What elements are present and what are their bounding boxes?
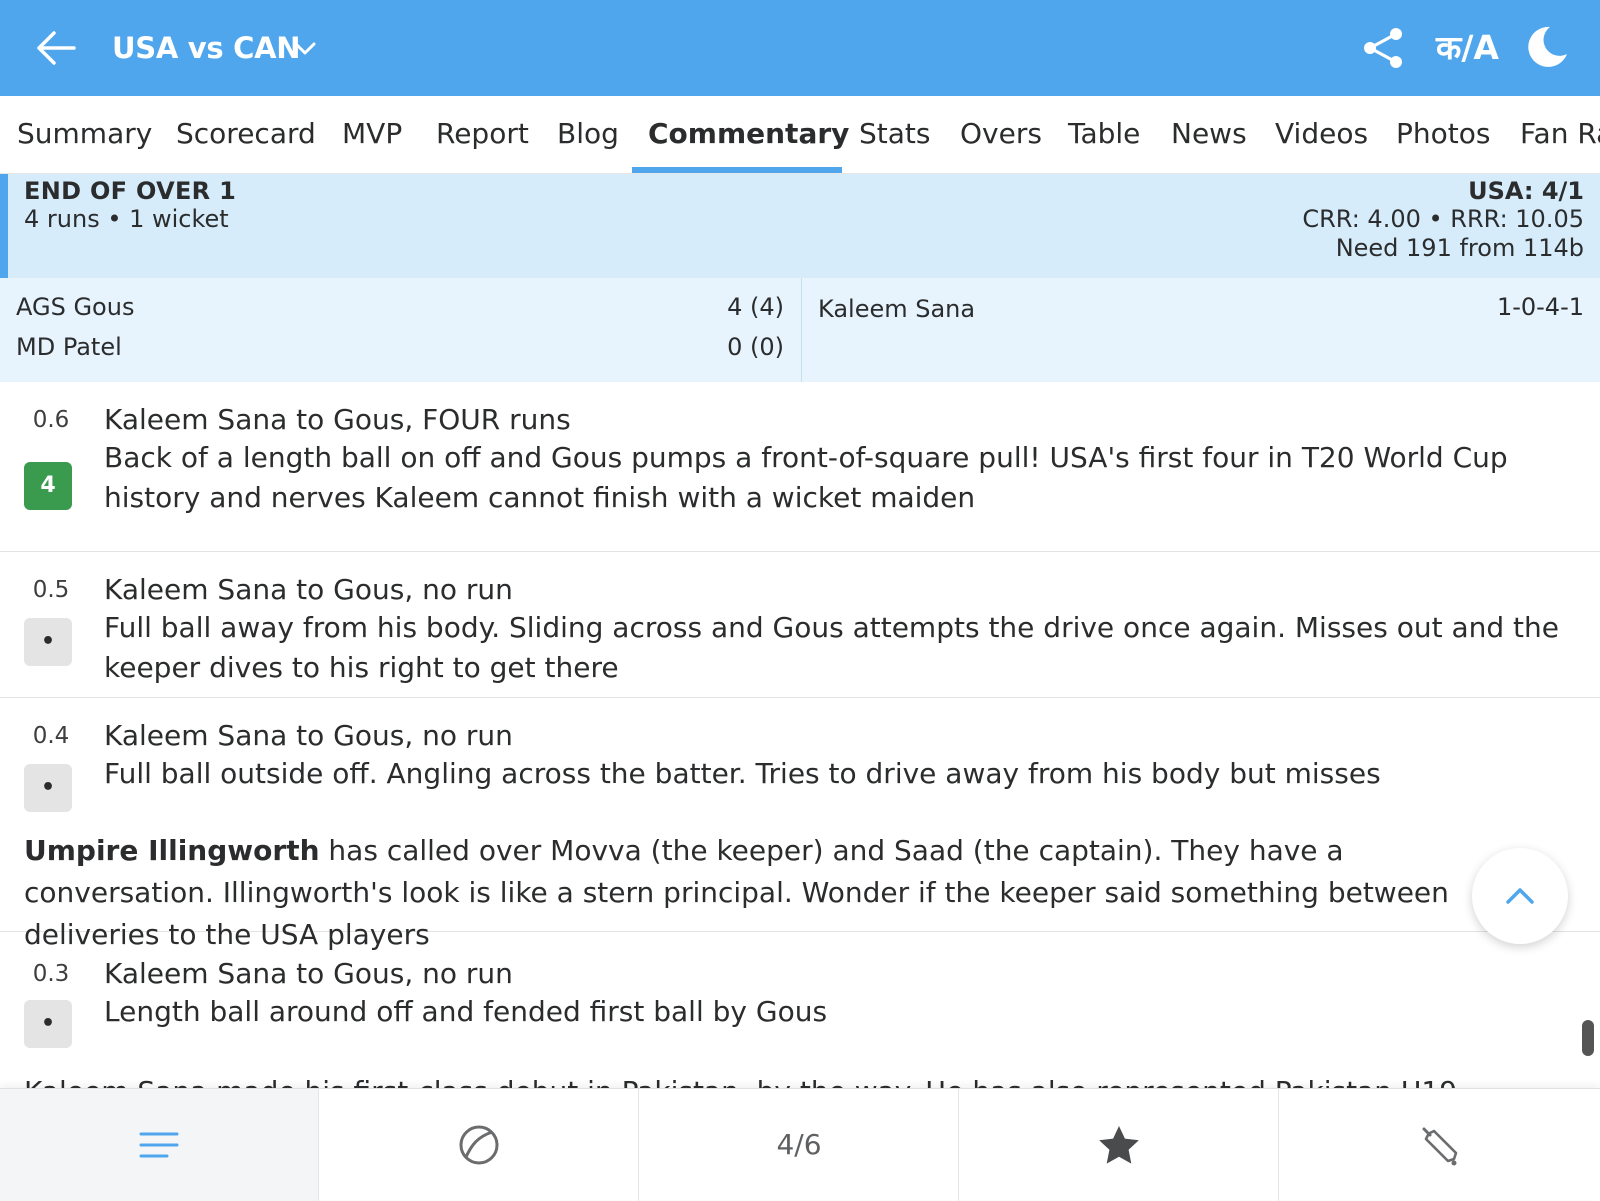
- over-runs-wickets: 4 runs • 1 wicket: [24, 205, 229, 233]
- bowler-figures: 1-0-4-1: [1496, 293, 1584, 321]
- tab-summary[interactable]: Summary: [17, 96, 152, 173]
- ball-text: Full ball away from his body. Sliding ac…: [104, 611, 1559, 684]
- tab-overs[interactable]: Overs: [960, 96, 1042, 173]
- scrollbar[interactable]: [1582, 1020, 1594, 1056]
- language-button[interactable]: क/A: [1436, 26, 1499, 70]
- batter-name[interactable]: AGS Gous: [16, 290, 134, 324]
- scroll-to-top-button[interactable]: [1472, 848, 1568, 944]
- tab-videos[interactable]: Videos: [1275, 96, 1368, 173]
- commentary-feed: 0.6 4 Kaleem Sana to Gous, FOUR runs Bac…: [0, 382, 1600, 1088]
- tab-fan-ratings[interactable]: Fan Ra: [1520, 96, 1600, 173]
- tab-table[interactable]: Table: [1068, 96, 1140, 173]
- moon-icon: [1528, 26, 1567, 67]
- bottom-nav: 4/6: [0, 1088, 1600, 1201]
- tab-blog[interactable]: Blog: [557, 96, 619, 173]
- tab-news[interactable]: News: [1171, 96, 1247, 173]
- note-highlight: Umpire Illingworth: [24, 834, 320, 867]
- ball-result-badge: •: [24, 764, 72, 812]
- match-title[interactable]: USA vs CAN: [112, 28, 301, 68]
- commentary-item: 0.6 4 Kaleem Sana to Gous, FOUR runs Bac…: [0, 382, 1600, 552]
- favourites-button[interactable]: [960, 1089, 1279, 1201]
- commentary-item: 0.5 • Kaleem Sana to Gous, no run Full b…: [0, 552, 1600, 698]
- ball-result-badge: •: [24, 618, 72, 666]
- batter-score: 0 (0): [727, 333, 784, 361]
- commentary-item: 0.3 • Kaleem Sana to Gous, no run Length…: [0, 936, 1600, 1076]
- tab-mvp[interactable]: MVP: [342, 96, 402, 173]
- chevron-up-icon: [1506, 888, 1534, 904]
- match-tabs: Summary Scorecard MVP Report Blog Commen…: [0, 96, 1600, 174]
- ball-result-badge: •: [24, 1000, 72, 1048]
- cricket-bat-button[interactable]: [1280, 1089, 1599, 1201]
- page-indicator-label: 4/6: [776, 1128, 822, 1161]
- star-icon: [1099, 1126, 1139, 1164]
- bowler-name[interactable]: Kaleem Sana: [818, 292, 975, 326]
- cut-off-commentary: Kaleem Sana made his first-class debut i…: [24, 1072, 1457, 1088]
- dark-mode-button[interactable]: [1524, 24, 1570, 70]
- ball-text: Full ball outside off. Angling across th…: [104, 757, 1381, 790]
- tab-stats[interactable]: Stats: [859, 96, 930, 173]
- menu-button[interactable]: [0, 1089, 319, 1201]
- tab-scorecard[interactable]: Scorecard: [176, 96, 316, 173]
- batter-name[interactable]: MD Patel: [16, 330, 122, 364]
- ball-number: 0.3: [32, 961, 70, 987]
- players-panel: AGS Gous 4 (4) MD Patel 0 (0) Kaleem San…: [0, 278, 1600, 382]
- batter-score: 4 (4): [727, 293, 784, 321]
- live-ball-button[interactable]: [320, 1089, 639, 1201]
- back-button[interactable]: [34, 28, 78, 68]
- active-tab-indicator: [632, 167, 842, 173]
- tab-commentary[interactable]: Commentary: [648, 96, 849, 173]
- top-bar: USA vs CAN क/A: [0, 0, 1600, 96]
- ball-number: 0.4: [32, 723, 70, 749]
- tab-report[interactable]: Report: [436, 96, 529, 173]
- page-indicator[interactable]: 4/6: [640, 1089, 959, 1201]
- match-switch-button[interactable]: [292, 36, 318, 62]
- tab-photos[interactable]: Photos: [1396, 96, 1490, 173]
- cricket-bat-icon: [1422, 1127, 1457, 1166]
- ball-icon: [459, 1125, 499, 1165]
- ball-title: Kaleem Sana to Gous, no run: [104, 957, 513, 990]
- share-icon: [1364, 28, 1402, 68]
- language-icon: क/A: [1436, 28, 1499, 67]
- ball-number: 0.5: [32, 577, 70, 603]
- ball-text: Back of a length ball on off and Gous pu…: [104, 441, 1508, 514]
- share-button[interactable]: [1362, 26, 1406, 70]
- ball-text: Length ball around off and fended first …: [104, 995, 828, 1028]
- ball-number: 0.6: [32, 407, 70, 433]
- menu-lines-icon: [139, 1132, 179, 1158]
- ball-title: Kaleem Sana to Gous, FOUR runs: [104, 403, 571, 436]
- over-summary: END OF OVER 1 4 runs • 1 wicket USA: 4/1…: [0, 174, 1600, 278]
- ball-title: Kaleem Sana to Gous, no run: [104, 719, 513, 752]
- ball-title: Kaleem Sana to Gous, no run: [104, 573, 513, 606]
- ball-result-badge: 4: [24, 462, 72, 510]
- chevron-down-icon: [294, 42, 316, 55]
- back-arrow-icon: [37, 31, 76, 65]
- target-need: Need 191 from 114b: [1335, 234, 1584, 262]
- players-divider: [801, 278, 802, 382]
